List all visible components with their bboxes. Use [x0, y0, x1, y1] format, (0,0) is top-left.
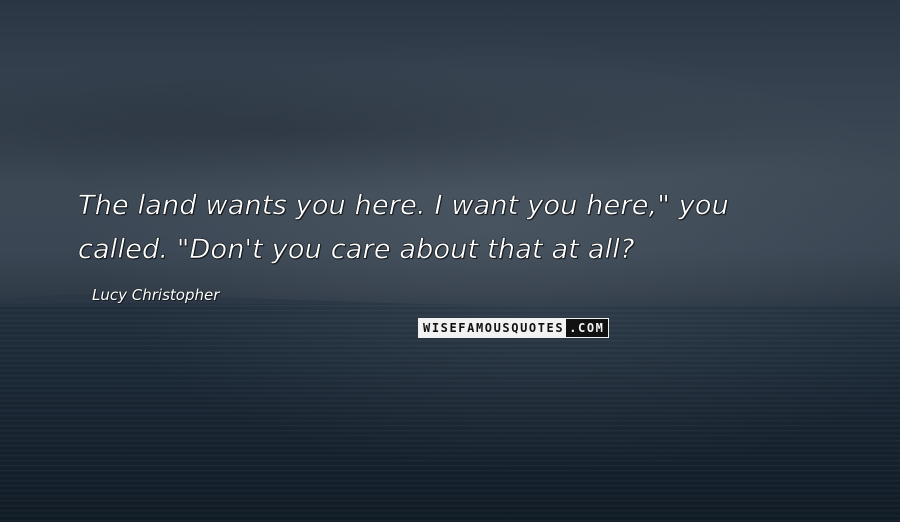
quote-line-1: The land wants you here. I want you here…: [78, 190, 729, 221]
quote-author: Lucy Christopher: [92, 286, 220, 304]
quote-line-2: called. "Don't you care about that at al…: [78, 234, 635, 265]
watermark-logo: WISEFAMOUSQUOTES .COM: [418, 318, 609, 338]
ocean-background: The land wants you here. I want you here…: [0, 0, 900, 522]
quote-text: The land wants you here. I want you here…: [78, 184, 868, 272]
watermark-left: WISEFAMOUSQUOTES: [419, 319, 567, 337]
watermark-right: .COM: [566, 319, 608, 337]
cloud-band: [0, 60, 900, 200]
